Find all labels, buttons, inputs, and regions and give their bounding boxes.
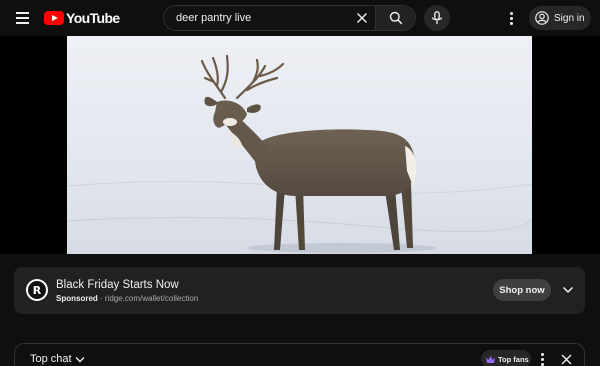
chat-more-options-button[interactable] bbox=[537, 351, 547, 366]
voice-search-button[interactable] bbox=[424, 5, 450, 31]
settings-more-button[interactable] bbox=[502, 8, 520, 28]
ad-separator: · bbox=[97, 294, 105, 303]
more-vert-icon-dot bbox=[509, 16, 513, 20]
ad-headline[interactable]: Black Friday Starts Now bbox=[56, 279, 179, 291]
menu-icon-bar bbox=[16, 12, 29, 14]
video-frame[interactable] bbox=[67, 36, 532, 254]
search-box bbox=[163, 5, 416, 31]
youtube-logo-icon bbox=[44, 11, 64, 25]
clear-icon bbox=[357, 13, 367, 23]
logo-text: YouTube bbox=[66, 10, 120, 26]
more-vert-icon-dot bbox=[509, 21, 513, 25]
more-vert-icon-dot bbox=[509, 11, 513, 15]
clear-search-button[interactable] bbox=[354, 10, 370, 26]
chevron-down-icon bbox=[75, 356, 85, 362]
guide-menu-button[interactable] bbox=[12, 8, 32, 28]
sign-in-label: Sign in bbox=[554, 12, 585, 24]
shop-now-button[interactable]: Shop now bbox=[493, 279, 551, 301]
youtube-logo[interactable]: YouTube bbox=[44, 10, 120, 26]
advertiser-logo[interactable]: R bbox=[26, 279, 48, 301]
more-vert-icon-dot bbox=[540, 352, 544, 356]
top-fans-label: Top fans bbox=[498, 354, 529, 364]
more-vert-icon-dot bbox=[540, 362, 544, 366]
search-icon bbox=[389, 11, 402, 25]
live-chat-panel: Top chat Top fans bbox=[14, 343, 585, 366]
sponsored-ad-card[interactable]: R Black Friday Starts Now Sponsored · ri… bbox=[14, 267, 585, 314]
video-thumbnail-buck-in-snow bbox=[67, 36, 532, 254]
top-fans-button[interactable]: Top fans bbox=[481, 350, 531, 366]
chat-mode-selector[interactable]: Top chat bbox=[30, 353, 85, 365]
search-button[interactable] bbox=[375, 6, 415, 30]
chat-mode-label: Top chat bbox=[30, 353, 72, 365]
account-icon bbox=[535, 11, 549, 25]
masthead: YouTube Sig bbox=[0, 0, 600, 36]
sponsored-label: Sponsored bbox=[56, 294, 98, 303]
video-player bbox=[0, 36, 600, 254]
sign-in-button[interactable]: Sign in bbox=[529, 6, 591, 30]
search-input[interactable] bbox=[164, 6, 376, 30]
mic-icon bbox=[431, 11, 443, 24]
advertiser-logo-letter: R bbox=[28, 281, 46, 299]
ad-subtitle: Sponsored · ridge.com/wallet/collection bbox=[56, 294, 198, 303]
close-icon bbox=[561, 354, 571, 364]
close-chat-button[interactable] bbox=[559, 352, 573, 366]
chevron-down-icon bbox=[562, 286, 574, 294]
crown-icon bbox=[486, 355, 495, 363]
ad-expand-button[interactable] bbox=[560, 282, 576, 298]
more-vert-icon-dot bbox=[540, 357, 544, 361]
menu-icon-bar bbox=[16, 22, 29, 24]
menu-icon-bar bbox=[16, 17, 29, 19]
ad-url: ridge.com/wallet/collection bbox=[104, 294, 199, 303]
